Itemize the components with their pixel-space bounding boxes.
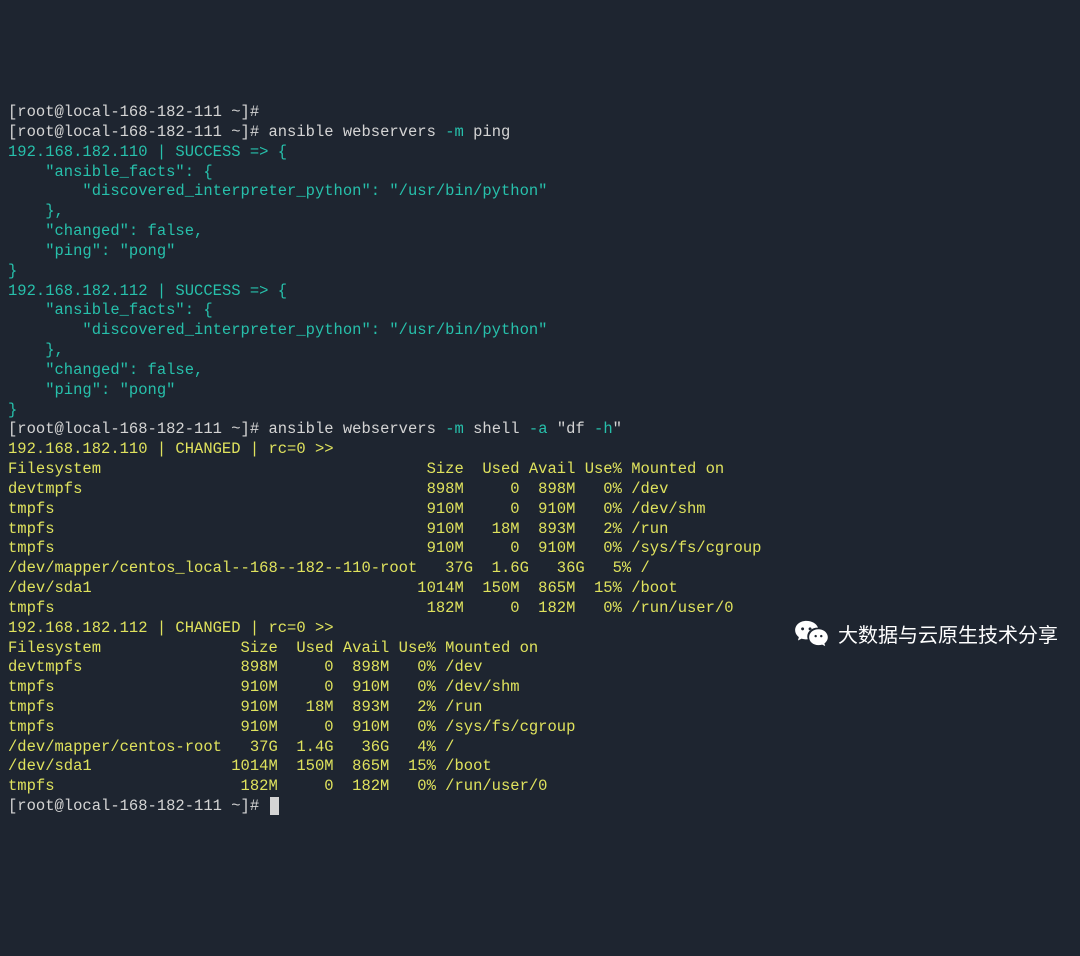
- cmd-text: shell: [464, 420, 529, 438]
- cmd-text: ansible webservers: [268, 123, 445, 141]
- watermark-text: 大数据与云原生技术分享: [838, 624, 1058, 650]
- host-line: 192.168.182.112 | SUCCESS => {: [8, 282, 287, 300]
- df-header: Filesystem Size Used Avail Use% Mounted …: [8, 460, 724, 478]
- cmd-flag: -a: [529, 420, 548, 438]
- df-row: tmpfs 182M 0 182M 0% /run/user/0: [8, 599, 734, 617]
- cmd-flag: -h: [594, 420, 613, 438]
- changed-header: 192.168.182.112 | CHANGED | rc=0 >>: [8, 619, 334, 637]
- cmd-text: "df: [548, 420, 595, 438]
- df-row: devtmpfs 898M 0 898M 0% /dev: [8, 658, 482, 676]
- df-row: tmpfs 910M 0 910M 0% /dev/shm: [8, 500, 706, 518]
- json-line: },: [8, 202, 64, 220]
- df-header: Filesystem Size Used Avail Use% Mounted …: [8, 639, 538, 657]
- prompt-line[interactable]: [root@local-168-182-111 ~]#: [8, 420, 268, 438]
- df-row: tmpfs 910M 0 910M 0% /sys/fs/cgroup: [8, 718, 575, 736]
- watermark: 大数据与云原生技术分享: [757, 600, 1058, 674]
- cmd-text: ": [613, 420, 622, 438]
- json-line: "discovered_interpreter_python": "/usr/b…: [8, 321, 548, 339]
- df-row: /dev/mapper/centos-root 37G 1.4G 36G 4% …: [8, 738, 454, 756]
- cmd-text: ansible webservers: [268, 420, 445, 438]
- df-row: tmpfs 910M 18M 893M 2% /run: [8, 520, 668, 538]
- prompt-line[interactable]: [root@local-168-182-111 ~]#: [8, 797, 268, 815]
- cursor: [270, 797, 279, 815]
- host-line: 192.168.182.110 | SUCCESS => {: [8, 143, 287, 161]
- df-row: devtmpfs 898M 0 898M 0% /dev: [8, 480, 668, 498]
- json-line: },: [8, 341, 64, 359]
- df-row: tmpfs 910M 0 910M 0% /dev/shm: [8, 678, 520, 696]
- json-line: "ping": "pong": [8, 242, 175, 260]
- json-line: }: [8, 262, 17, 280]
- json-line: "changed": false,: [8, 222, 203, 240]
- json-line: "ansible_facts": {: [8, 163, 213, 181]
- json-line: "ansible_facts": {: [8, 301, 213, 319]
- cmd-flag: -m: [445, 420, 464, 438]
- changed-header: 192.168.182.110 | CHANGED | rc=0 >>: [8, 440, 334, 458]
- json-line: "changed": false,: [8, 361, 203, 379]
- df-row: /dev/sda1 1014M 150M 865M 15% /boot: [8, 757, 492, 775]
- terminal-output: [root@local-168-182-111 ~]# [root@local-…: [8, 83, 1072, 817]
- df-row: tmpfs 910M 18M 893M 2% /run: [8, 698, 482, 716]
- cmd-arg: ping: [464, 123, 511, 141]
- df-row: /dev/mapper/centos_local--168--182--110-…: [8, 559, 650, 577]
- prompt-line[interactable]: [root@local-168-182-111 ~]#: [8, 123, 268, 141]
- df-row: tmpfs 910M 0 910M 0% /sys/fs/cgroup: [8, 539, 761, 557]
- df-row: /dev/sda1 1014M 150M 865M 15% /boot: [8, 579, 678, 597]
- json-line: }: [8, 401, 17, 419]
- prompt-line: [root@local-168-182-111 ~]#: [8, 103, 259, 121]
- json-line: "ping": "pong": [8, 381, 175, 399]
- json-line: "discovered_interpreter_python": "/usr/b…: [8, 182, 548, 200]
- wechat-icon: [757, 600, 828, 674]
- df-row: tmpfs 182M 0 182M 0% /run/user/0: [8, 777, 548, 795]
- cmd-flag: -m: [445, 123, 464, 141]
